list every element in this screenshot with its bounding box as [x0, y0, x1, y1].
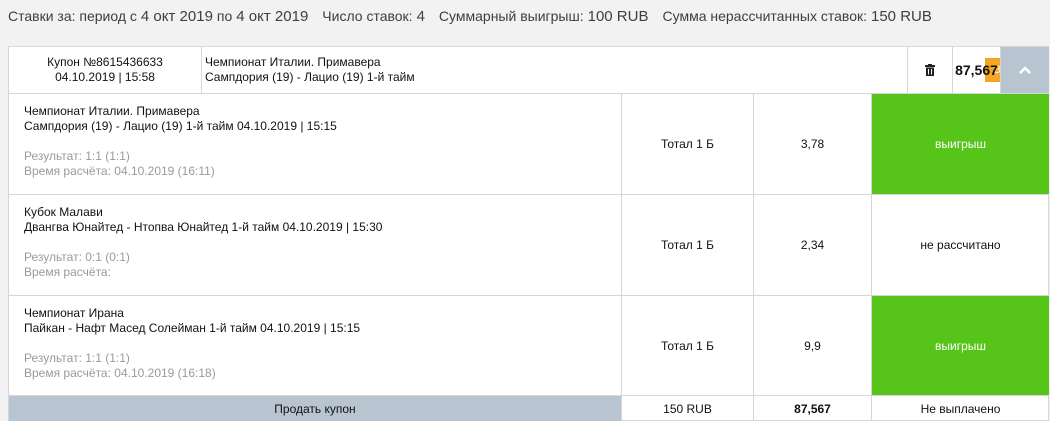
period-label: Ставки за: период с [8, 8, 137, 24]
bet-result: Результат: 1:1 (1:1) [24, 149, 130, 163]
bet-type: Тотал 1 Б [622, 94, 754, 194]
bet-result: Результат: 0:1 (0:1) [24, 250, 130, 264]
bet-event-cell: Чемпионат Италии. Примавера Сампдория (1… [9, 94, 622, 194]
coupon-card: Купон №8615436633 04.10.2019 | 15:58 Чем… [8, 46, 1049, 421]
bet-match: Двангва Юнайтед - Нтопва Юнайтед 1-й тай… [24, 220, 383, 234]
bet-settled-time: Время расчёта: 04.10.2019 (16:11) [24, 164, 215, 178]
chevron-up-icon [1019, 65, 1031, 74]
bet-league: Чемпионат Италии. Примавера [24, 104, 200, 118]
coupon-id: Купон №8615436633 [47, 55, 163, 69]
bet-coef: 2,34 [754, 195, 872, 295]
bet-event-cell: Кубок Малави Двангва Юнайтед - Нтопва Юн… [9, 195, 622, 295]
bet-league: Чемпионат Ирана [24, 306, 124, 320]
bet-match: Пайкан - Нафт Масед Солейман 1-й тайм 04… [24, 321, 361, 335]
sell-coupon-button[interactable]: Продать купон [9, 396, 622, 421]
coupon-event-title: Чемпионат Италии. Примавера [205, 55, 381, 69]
bets-summary: Ставки за: период с 4 окт 2019 по 4 окт … [8, 8, 946, 28]
coupon-id-cell: Купон №8615436633 04.10.2019 | 15:58 [9, 47, 202, 93]
to-label: по [216, 8, 233, 24]
bet-settled-time: Время расчёта: 04.10.2019 (16:18) [24, 366, 216, 380]
bet-count-label: Число ставок: [322, 8, 413, 24]
coupon-event-cell: Чемпионат Италии. Примавера Сампдория (1… [202, 47, 1049, 93]
coupon-event-match: Сампдория (19) - Лацио (19) 1-й тайм [205, 70, 415, 84]
bet-coef: 9,9 [754, 296, 872, 395]
bet-row: Чемпионат Италии. Примавера Сампдория (1… [9, 94, 1049, 195]
trash-icon [925, 64, 935, 76]
bet-status: выигрыш [872, 296, 1049, 395]
date-to: 4 окт 2019 [236, 8, 309, 25]
coupon-datetime: 04.10.2019 | 15:58 [55, 70, 155, 84]
total-win-label: Суммарный выигрыш: [438, 8, 584, 24]
collapse-toggle-button[interactable] [1001, 47, 1049, 93]
bet-coef: 3,78 [754, 94, 872, 194]
bet-settled-time: Время расчёта: [24, 265, 111, 279]
bet-type: Тотал 1 Б [622, 195, 754, 295]
bet-status: не рассчитано [920, 238, 1001, 252]
bet-status: выигрыш [872, 94, 1049, 194]
bet-match: Сампдория (19) - Лацио (19) 1-й тайм 04.… [24, 119, 337, 133]
unsettled-amount: 150 RUB [871, 8, 932, 25]
coupon-footer: Продать купон 150 RUB 87,567 Не выплачен… [9, 396, 1048, 421]
bet-count: 4 [416, 8, 425, 25]
coupon-header: Купон №8615436633 04.10.2019 | 15:58 Чем… [9, 47, 1049, 94]
bet-result: Результат: 1:1 (1:1) [24, 351, 130, 365]
bet-type: Тотал 1 Б [622, 296, 754, 395]
bet-row: Кубок Малави Двангва Юнайтед - Нтопва Юн… [9, 195, 1048, 296]
delete-button[interactable] [908, 47, 953, 93]
bet-event-cell: Чемпионат Ирана Пайкан - Нафт Масед Соле… [9, 296, 622, 395]
bet-row: Чемпионат Ирана Пайкан - Нафт Масед Соле… [9, 296, 1049, 396]
bet-league: Кубок Малави [24, 205, 103, 219]
coupon-stake: 150 RUB [622, 396, 754, 421]
unsettled-label: Сумма нерассчитанных ставок: [662, 8, 867, 24]
payout-status: Не выплачено [920, 401, 1001, 416]
coupon-total-coef: 87,567 [754, 396, 872, 421]
coupon-coefficient: 87,567 [953, 47, 1001, 93]
total-win: 100 RUB [587, 8, 649, 25]
date-from: 4 окт 2019 [140, 8, 213, 25]
